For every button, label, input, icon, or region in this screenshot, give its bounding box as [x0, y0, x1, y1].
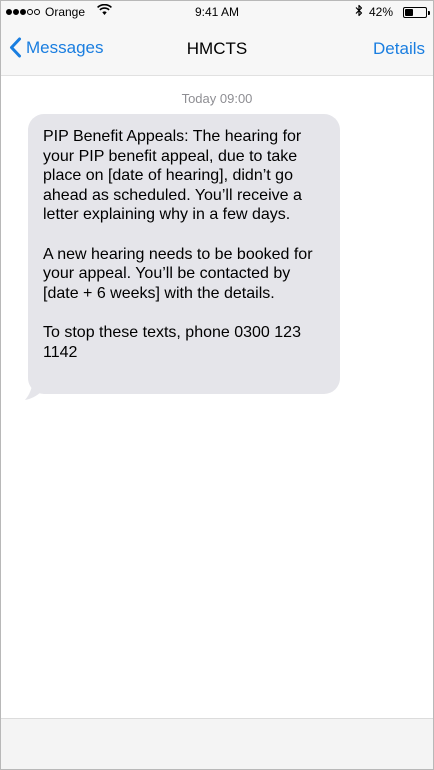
message-input-bar[interactable]	[1, 718, 433, 769]
battery-tip	[428, 10, 430, 15]
bubble-tail	[25, 375, 42, 400]
phone-screen: Orange 9:41 AM 42% Messages HMCTS Detail…	[0, 0, 434, 770]
battery-level-fill	[405, 8, 413, 16]
navigation-bar: Messages HMCTS Details	[1, 23, 433, 76]
details-button[interactable]: Details	[373, 39, 425, 59]
back-button[interactable]: Messages	[9, 37, 103, 58]
message-paragraph: A new hearing needs to be booked for you…	[43, 245, 313, 302]
message-timestamp: Today 09:00	[181, 91, 253, 106]
message-bubble: PIP Benefit Appeals: The hearing for you…	[28, 114, 340, 395]
status-right: 42%	[355, 4, 430, 20]
message-paragraph: To stop these texts, phone 0300 123 1142	[43, 323, 301, 361]
chevron-left-icon	[10, 37, 21, 58]
message-paragraph: PIP Benefit Appeals: The hearing for you…	[43, 128, 302, 224]
status-bar: Orange 9:41 AM 42%	[1, 1, 433, 23]
bluetooth-icon	[355, 4, 363, 20]
battery-icon	[403, 6, 430, 18]
battery-percentage: 42%	[368, 5, 393, 19]
back-button-label: Messages	[26, 37, 104, 57]
